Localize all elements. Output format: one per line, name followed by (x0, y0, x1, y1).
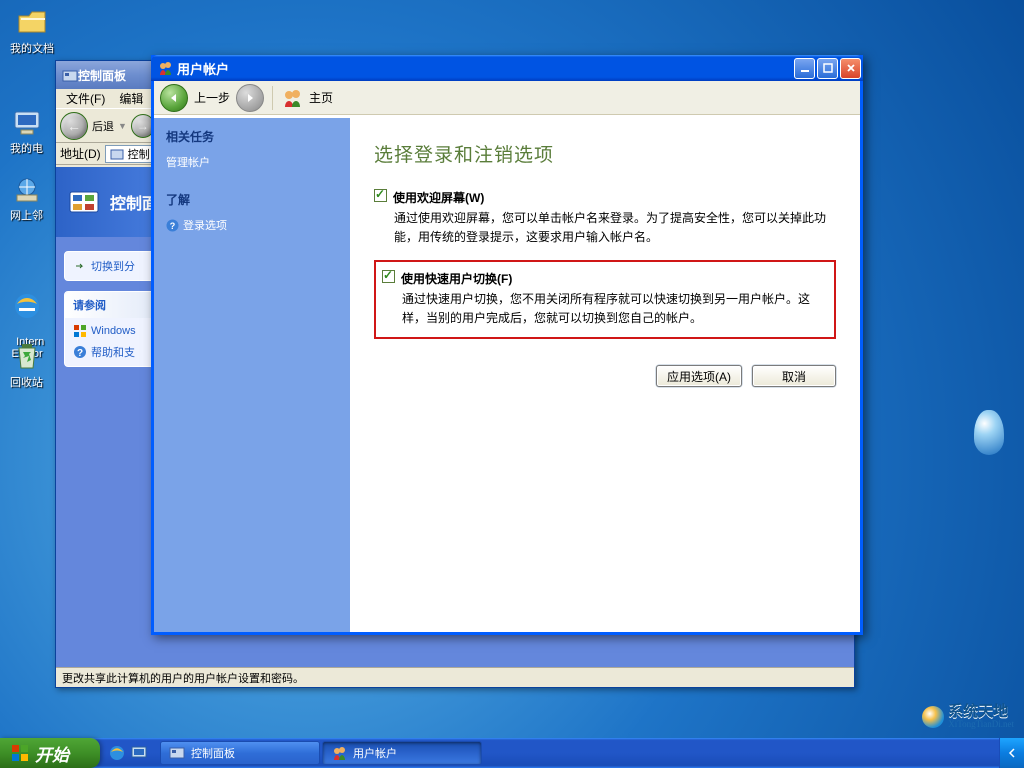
checkbox-fast-user-switching[interactable] (382, 270, 395, 283)
apply-options-button[interactable]: 应用选项(A) (656, 365, 742, 387)
system-tray[interactable] (999, 738, 1024, 768)
address-label: 地址(D) (60, 145, 101, 162)
quick-launch (100, 738, 156, 768)
taskbar-item-user-accounts[interactable]: 用户帐户 (322, 741, 482, 765)
option-description: 通过快速用户切换，您不用关闭所有程序就可以快速切换到另一用户帐户。这样，当别的用… (402, 290, 828, 327)
windows-icon (73, 324, 87, 338)
start-button[interactable]: 开始 (0, 738, 100, 768)
show-desktop-icon[interactable] (130, 744, 148, 762)
maximize-button[interactable] (817, 58, 838, 79)
page-heading: 选择登录和注销选项 (374, 140, 836, 167)
window-user-accounts: 用户帐户 上一步 主页 相关任务 管理帐户 了解 ? 登录选项 (151, 55, 863, 635)
link-label: 帮助和支 (91, 344, 135, 360)
tray-chevron-icon[interactable] (1008, 744, 1016, 762)
button-row: 应用选项(A) 取消 (374, 365, 836, 387)
taskbar: 开始 控制面板 用户帐户 (0, 738, 1024, 768)
cancel-button[interactable]: 取消 (752, 365, 836, 387)
link-label: 登录选项 (183, 217, 227, 233)
desktop-icon-label: 我的文档 (10, 43, 54, 55)
desktop-icon-label: 我的电 (10, 143, 43, 155)
computer-icon (11, 106, 43, 138)
nav-back-button[interactable]: ← (60, 112, 88, 140)
link-label: 切换到分 (91, 258, 135, 274)
desktop-icon-recycle-bin[interactable]: 回收站 (10, 340, 43, 390)
home-label[interactable]: 主页 (309, 89, 333, 106)
taskbar-tasks: 控制面板 用户帐户 (156, 738, 999, 768)
control-panel-icon (169, 745, 185, 761)
help-icon: ? (73, 345, 87, 359)
arrow-right-icon (243, 91, 257, 105)
user-accounts-icon (157, 60, 173, 76)
minimize-button[interactable] (794, 58, 815, 79)
user-accounts-icon (331, 745, 347, 761)
back-button[interactable] (160, 84, 188, 112)
option-fast-user-switching: 使用快速用户切换(F) 通过快速用户切换，您不用关闭所有程序就可以快速切换到另一… (382, 270, 828, 327)
nav-back-label: 后退 (92, 118, 114, 134)
desktop-icon-network[interactable]: 网上邻 (10, 173, 43, 223)
recycle-bin-icon (11, 340, 43, 372)
related-tasks-header: 相关任务 (166, 128, 338, 145)
back-label: 上一步 (194, 89, 230, 106)
watermark-sub: XiTongTianDi.net (948, 720, 1014, 730)
users-icon (281, 87, 303, 109)
user-accounts-sidebar: 相关任务 管理帐户 了解 ? 登录选项 (154, 118, 350, 632)
link-label: Windows (91, 325, 136, 337)
network-places-icon (11, 173, 43, 205)
svg-text:?: ? (170, 221, 176, 231)
close-icon (846, 63, 856, 73)
desktop-icon-label: 回收站 (10, 377, 43, 389)
watermark-text: 系统天地 (948, 704, 1014, 721)
minimize-icon (800, 63, 810, 73)
ie-icon[interactable] (108, 744, 126, 762)
separator (272, 86, 273, 110)
option-welcome-screen: 使用欢迎屏幕(W) 通过使用欢迎屏幕，您可以单击帐户名来登录。为了提高安全性，您… (374, 189, 836, 246)
desktop-icon-label: 网上邻 (10, 210, 43, 222)
svg-text:?: ? (77, 348, 83, 359)
menu-edit[interactable]: 编辑 (113, 88, 149, 109)
control-panel-icon (62, 67, 78, 83)
watermark: 系统天地 XiTongTianDi.net (922, 704, 1014, 730)
start-label: 开始 (35, 741, 69, 766)
desktop-icon-my-documents[interactable]: 我的文档 (10, 6, 54, 56)
taskbar-item-label: 控制面板 (191, 745, 235, 761)
bg-water-drop (974, 410, 1004, 455)
status-bar: 更改共享此计算机的用户的用户帐户设置和密码。 (56, 667, 854, 687)
status-text: 更改共享此计算机的用户的用户帐户设置和密码。 (62, 673, 304, 685)
link-logon-options[interactable]: ? 登录选项 (166, 214, 338, 236)
close-button[interactable] (840, 58, 861, 79)
control-panel-large-icon (68, 186, 100, 218)
forward-button (236, 84, 264, 112)
highlighted-option-box: 使用快速用户切换(F) 通过快速用户切换，您不用关闭所有程序就可以快速切换到另一… (374, 260, 836, 339)
link-label: 管理帐户 (166, 154, 210, 170)
maximize-icon (823, 63, 833, 73)
user-accounts-toolbar: 上一步 主页 (154, 81, 860, 115)
checkbox-welcome-screen[interactable] (374, 189, 387, 202)
user-accounts-main: 选择登录和注销选项 使用欢迎屏幕(W) 通过使用欢迎屏幕，您可以单击帐户名来登录… (350, 118, 860, 632)
folder-icon (16, 6, 48, 38)
windows-flag-icon (10, 743, 30, 763)
option-title: 使用快速用户切换(F) (401, 270, 512, 287)
window-title: 用户帐户 (177, 59, 229, 78)
titlebar-user-accounts[interactable]: 用户帐户 (151, 55, 863, 81)
control-panel-icon (110, 147, 124, 161)
watermark-logo-icon (922, 706, 944, 728)
taskbar-item-control-panel[interactable]: 控制面板 (160, 741, 320, 765)
menu-file[interactable]: 文件(F) (60, 88, 111, 109)
desktop-icon-my-computer[interactable]: 我的电 (10, 106, 43, 156)
ie-icon (11, 290, 43, 322)
option-title: 使用欢迎屏幕(W) (393, 189, 484, 206)
link-manage-accounts[interactable]: 管理帐户 (166, 151, 338, 173)
help-icon: ? (166, 219, 179, 232)
address-value: 控制 (128, 146, 150, 162)
option-description: 通过使用欢迎屏幕，您可以单击帐户名来登录。为了提高安全性，您可以关掉此功能，用传… (394, 209, 836, 246)
arrow-icon (73, 259, 87, 273)
learn-about-header: 了解 (166, 191, 338, 208)
taskbar-item-label: 用户帐户 (353, 745, 397, 761)
arrow-left-icon (167, 91, 181, 105)
